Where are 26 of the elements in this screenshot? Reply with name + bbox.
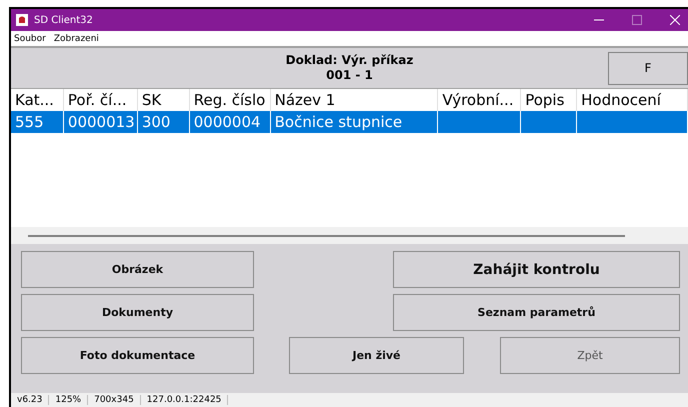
action-button[interactable]: Dokumenty: [21, 294, 254, 331]
action-button[interactable]: Foto dokumentace: [21, 337, 254, 374]
table-cell: Bočnice stupnice: [270, 111, 438, 133]
table-cell: 300: [138, 111, 190, 133]
close-icon[interactable]: [670, 15, 680, 25]
status-text: 700x345: [88, 395, 141, 405]
document-title: Doklad: Výr. příkaz: [286, 53, 414, 68]
action-button[interactable]: Seznam parametrů: [393, 294, 680, 331]
table-cell: 0000013: [64, 111, 138, 133]
window-title: SD Client32: [34, 14, 93, 26]
status-text: 125%: [49, 395, 88, 405]
table-cell: 0000004: [190, 111, 271, 133]
action-button[interactable]: Zahájit kontrolu: [393, 251, 680, 288]
status-text: 127.0.0.1:22425: [140, 395, 228, 405]
horizontal-scrollbar[interactable]: [28, 234, 625, 236]
app-icon: [16, 14, 28, 26]
maximize-icon[interactable]: [632, 15, 642, 25]
document-number: 001 - 1: [326, 68, 373, 83]
status-text: v6.23: [11, 395, 50, 405]
table-row[interactable]: 555 0000013 300 0000004 Bočnice stupnice: [11, 111, 688, 133]
f-button[interactable]: F: [608, 52, 688, 84]
menu-item[interactable]: Zobrazeni: [54, 34, 99, 44]
table-cell: 555: [11, 111, 64, 133]
menu-item[interactable]: Soubor: [14, 34, 46, 44]
action-button[interactable]: Jen živé: [289, 337, 464, 374]
action-button[interactable]: Obrázek: [21, 251, 254, 288]
